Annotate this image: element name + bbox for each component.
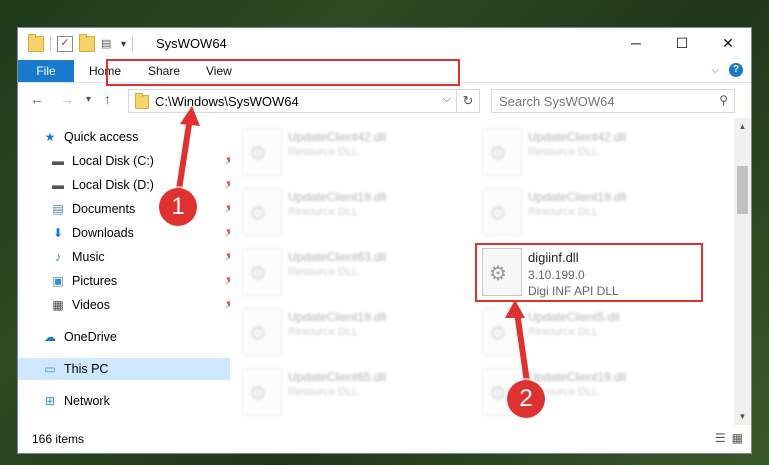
arrow-1-head — [180, 106, 200, 126]
step-1-badge: 1 — [159, 188, 197, 226]
arrow-1-shaft — [175, 117, 193, 197]
step-2-badge: 2 — [507, 380, 545, 418]
arrow-2-head — [505, 300, 525, 318]
annotation-arrows — [175, 106, 530, 383]
arrow-2-shaft — [514, 311, 530, 383]
